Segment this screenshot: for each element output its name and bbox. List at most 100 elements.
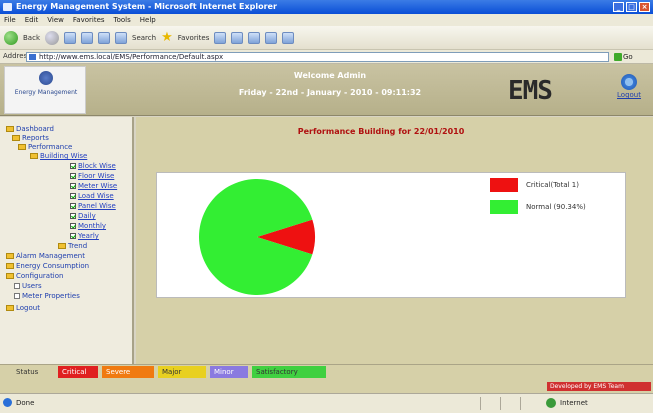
status-divider [520,397,521,410]
status-chip-major: Major [158,366,206,378]
check-icon [70,163,76,169]
menu-help[interactable]: Help [140,14,156,26]
check-icon [70,223,76,229]
search-icon[interactable] [115,31,127,44]
refresh-icon[interactable] [81,31,93,44]
tree-item-performance[interactable]: Performance [18,143,72,151]
tree-item-dashboard[interactable]: Dashboard [6,125,54,133]
footer-strip: Developed by EMS Team [0,378,653,393]
menu-view[interactable]: View [47,14,64,26]
folder-icon [6,253,14,259]
favorites-label[interactable]: Favorites [178,34,210,42]
folder-icon [12,135,20,141]
check-icon [70,183,76,189]
status-divider [500,397,501,410]
status-chip-critical: Critical [58,366,98,378]
go-button[interactable]: Go [614,52,636,62]
tree-item-daily[interactable]: Daily [70,212,96,220]
tree-item-meter-properties[interactable]: Meter Properties [14,292,80,300]
menu-tools[interactable]: Tools [114,14,131,26]
folder-icon [6,126,14,132]
menubar: File Edit View Favorites Tools Help [0,14,653,26]
folder-icon [18,144,26,150]
tree-item-block-wise[interactable]: Block Wise [70,162,116,170]
tree-item-load-wise[interactable]: Load Wise [70,192,114,200]
check-icon [70,173,76,179]
tree-item-panel-wise[interactable]: Panel Wise [70,202,116,210]
menu-edit[interactable]: Edit [25,14,39,26]
address-url: http://www.ems.local/EMS/Performance/Def… [39,53,224,61]
favorites-star-icon[interactable]: ★ [161,30,173,45]
check-icon [70,193,76,199]
address-input[interactable]: http://www.ems.local/EMS/Performance/Def… [26,52,609,62]
messenger-icon[interactable] [282,31,295,44]
welcome-title: Welcome Admin [293,71,367,80]
tree-item-meter-wise[interactable]: Meter Wise [70,182,117,190]
main-content: Performance Building for 22/01/2010 Crit… [136,117,653,364]
page-icon [29,54,36,60]
tree-item-energy-consumption[interactable]: Energy Consumption [6,262,89,270]
internet-zone-icon [546,398,556,408]
tree-item-floor-wise[interactable]: Floor Wise [70,172,114,180]
go-label: Go [623,53,633,61]
folder-icon [30,153,38,159]
folder-icon [6,273,14,279]
back-label[interactable]: Back [23,34,40,42]
check-icon [70,203,76,209]
expand-icon [14,283,20,289]
status-done: Done [16,399,35,407]
forward-icon[interactable] [45,30,59,45]
tree-item-alarm-management[interactable]: Alarm Management [6,252,85,260]
print-icon[interactable] [248,31,261,44]
menu-favorites[interactable]: Favorites [73,14,105,26]
folder-icon [6,263,14,269]
chart-title: Performance Building for 22/01/2010 [297,127,465,136]
mail-icon[interactable] [231,31,244,44]
edit-icon[interactable] [265,31,278,44]
logout-button[interactable]: Logout [612,74,646,99]
chart-legend: Critical(Total 1) Normal (90.34%) [490,175,620,219]
legend-swatch [490,178,518,192]
app-header: Energy Management Welcome Admin Friday -… [0,64,653,116]
minimize-button[interactable]: _ [613,2,624,12]
pie-chart [199,179,315,295]
tree-item-monthly[interactable]: Monthly [70,222,106,230]
chart-panel: Critical(Total 1) Normal (90.34%) [156,172,626,298]
check-icon [70,233,76,239]
history-icon[interactable] [214,31,227,44]
legend-item: Critical(Total 1) [490,175,620,197]
tree-item-configuration[interactable]: Configuration [6,272,63,280]
status-chip-satisfactory: Satisfactory [252,366,326,378]
go-arrow-icon [614,53,622,61]
legend-label: Normal (90.34%) [526,203,586,211]
close-button[interactable]: × [639,2,650,12]
status-divider [480,397,481,410]
footer-link[interactable]: Developed by EMS Team [547,382,651,391]
legend-swatch [490,200,518,214]
search-label[interactable]: Search [132,34,156,42]
status-legend-bar: Status Critical Severe Major Minor Satis… [0,364,653,378]
logo-text: Energy Management [14,89,78,96]
status-legend-label: Status [16,368,39,376]
expand-icon [14,293,20,299]
tree-item-building-wise[interactable]: Building Wise [30,152,87,160]
logout-label: Logout [617,91,641,99]
emblem-icon [39,71,53,85]
status-chip-minor: Minor [210,366,248,378]
stop-icon[interactable] [64,31,76,44]
legend-label: Critical(Total 1) [526,181,579,189]
tree-item-users[interactable]: Users [14,282,42,290]
window-title: Energy Management System - Microsoft Int… [16,2,277,11]
home-icon[interactable] [98,31,110,44]
tree-item-trend[interactable]: Trend [58,242,87,250]
tree-item-yearly[interactable]: Yearly [70,232,99,240]
header-date: Friday - 22nd - January - 2010 - 09:11:3… [238,88,422,97]
status-chip-severe: Severe [102,366,154,378]
browser-toolbar: Back Search ★ Favorites [0,26,653,50]
tree-item-reports[interactable]: Reports [12,134,49,142]
back-icon[interactable] [4,30,18,45]
maximize-button[interactable]: □ [626,2,637,12]
window-controls: _ □ × [613,2,650,12]
tree-item-logout[interactable]: Logout [6,304,40,312]
menu-file[interactable]: File [4,14,16,26]
